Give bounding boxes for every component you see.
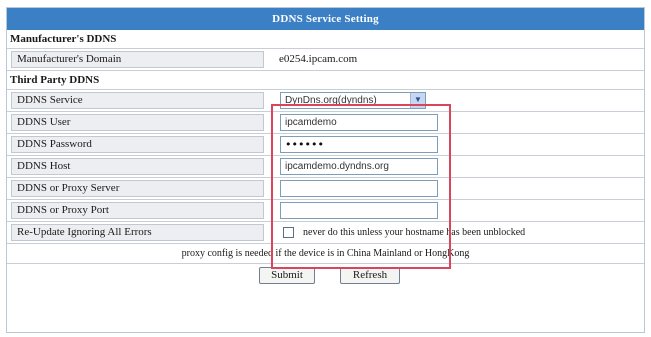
row-ddns-service: DDNS Service DynDns.org(dyndns) ▼ xyxy=(7,90,644,112)
ddns-service-selected-value: DynDns.org(dyndns) xyxy=(285,95,377,106)
row-proxy-port: DDNS or Proxy Port xyxy=(7,200,644,222)
proxy-note: proxy config is needed if the device is … xyxy=(7,244,644,264)
submit-button[interactable]: Submit xyxy=(259,267,315,284)
proxy-port-input[interactable] xyxy=(280,202,438,219)
reupdate-checkbox-text: never do this unless your hostname has b… xyxy=(303,227,526,238)
reupdate-checkbox[interactable] xyxy=(283,227,294,238)
refresh-button[interactable]: Refresh xyxy=(340,267,400,284)
ddns-settings-panel: DDNS Service Setting Manufacturer's DDNS… xyxy=(6,7,645,333)
row-proxy-server: DDNS or Proxy Server xyxy=(7,178,644,200)
ddns-user-input[interactable]: ipcamdemo xyxy=(280,114,438,131)
ddns-user-label: DDNS User xyxy=(11,114,264,131)
ddns-service-label: DDNS Service xyxy=(11,92,264,109)
ddns-host-label: DDNS Host xyxy=(11,158,264,175)
manufacturer-domain-label: Manufacturer's Domain xyxy=(11,51,264,68)
chevron-down-icon[interactable]: ▼ xyxy=(410,93,425,108)
row-ddns-password: DDNS Password •••••• xyxy=(7,134,644,156)
section-manufacturer-ddns: Manufacturer's DDNS xyxy=(7,30,644,49)
proxy-server-input[interactable] xyxy=(280,180,438,197)
button-row: Submit Refresh xyxy=(7,264,644,286)
proxy-port-label: DDNS or Proxy Port xyxy=(11,202,264,219)
row-ddns-user: DDNS User ipcamdemo xyxy=(7,112,644,134)
manufacturer-domain-value: e0254.ipcam.com xyxy=(279,53,358,65)
panel-title: DDNS Service Setting xyxy=(7,8,644,30)
ddns-service-select[interactable]: DynDns.org(dyndns) ▼ xyxy=(280,92,426,109)
reupdate-label: Re-Update Ignoring All Errors xyxy=(11,224,264,241)
row-ddns-host: DDNS Host ipcamdemo.dyndns.org xyxy=(7,156,644,178)
row-manufacturer-domain: Manufacturer's Domain e0254.ipcam.com xyxy=(7,49,644,71)
ddns-password-label: DDNS Password xyxy=(11,136,264,153)
ddns-host-input[interactable]: ipcamdemo.dyndns.org xyxy=(280,158,438,175)
ddns-password-input[interactable]: •••••• xyxy=(280,136,438,153)
section-third-party-ddns: Third Party DDNS xyxy=(7,71,644,90)
proxy-server-label: DDNS or Proxy Server xyxy=(11,180,264,197)
row-reupdate: Re-Update Ignoring All Errors never do t… xyxy=(7,222,644,244)
